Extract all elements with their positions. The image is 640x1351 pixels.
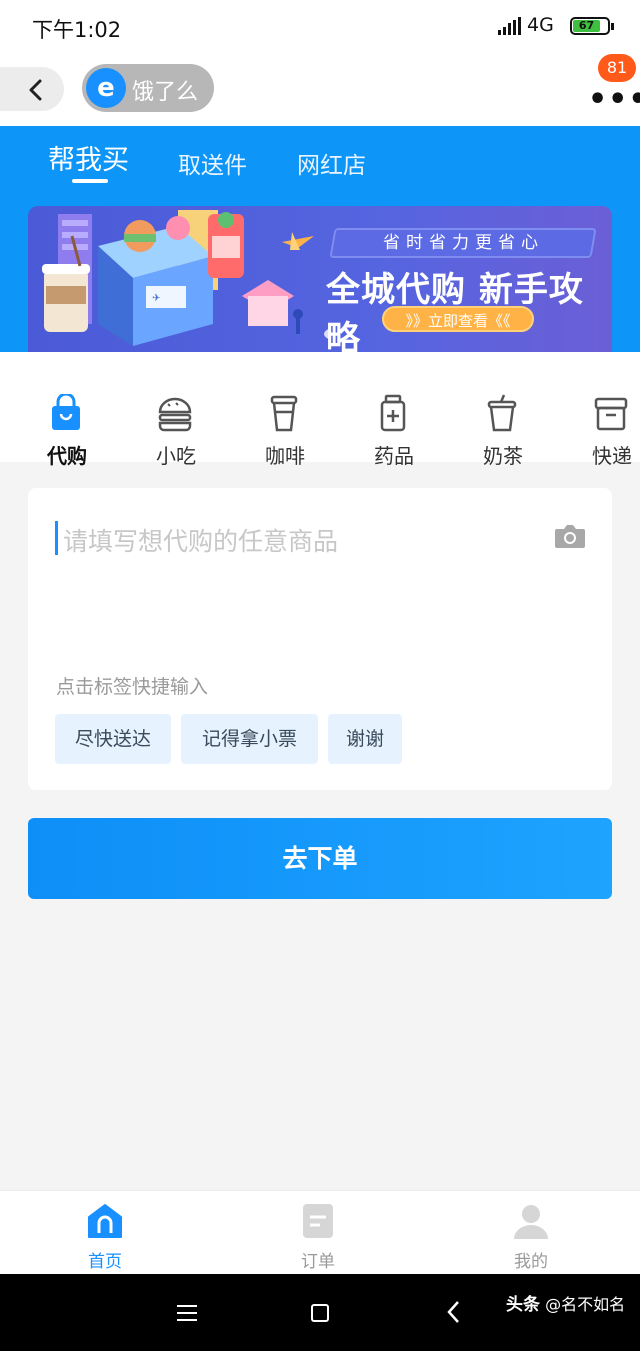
category-daigou[interactable]: 代购 — [12, 352, 122, 468]
header-area: 帮我买 取送件 网红店 ✈ 省时省力更省心 全城代购 新手攻略 》》立即查看《《 — [0, 126, 640, 354]
category-label: 奶茶 — [483, 444, 523, 468]
bottom-tab-label: 首页 — [88, 1252, 122, 1272]
banner-illustration: ✈ — [42, 210, 328, 346]
order-input-card: 请填写想代购的任意商品 点击标签快捷输入 尽快送达 记得拿小票 谢谢 — [28, 488, 612, 790]
menu-icon[interactable] — [177, 1304, 197, 1322]
category-row: 代购 小吃 咖啡 药品 奶茶 快递 — [0, 352, 640, 468]
promo-banner[interactable]: ✈ 省时省力更省心 全城代购 新手攻略 》》立即查看《《 — [28, 206, 612, 354]
category-label: 代购 — [47, 444, 87, 468]
watermark-author: @名不如名 — [545, 1295, 626, 1314]
category-milk-tea[interactable]: 奶茶 — [448, 352, 558, 468]
watermark-source: 头条 — [506, 1295, 540, 1315]
coffee-cup-icon — [270, 395, 298, 432]
home-icon — [88, 1204, 122, 1238]
service-tabs: 帮我买 取送件 网红店 — [0, 126, 640, 192]
burger-icon — [158, 397, 192, 432]
tab-pickup-delivery[interactable]: 取送件 — [178, 146, 247, 180]
category-medicine[interactable]: 药品 — [339, 352, 449, 468]
tag-hint: 点击标签快捷输入 — [56, 676, 209, 698]
home-square-icon[interactable] — [311, 1304, 329, 1322]
quick-tag-keep-receipt[interactable]: 记得拿小票 — [181, 714, 318, 764]
brand-name: 饿了么 — [132, 80, 199, 105]
category-label: 快递 — [592, 444, 632, 468]
bottom-tab-label: 订单 — [301, 1252, 335, 1272]
bottom-tab-orders[interactable]: 订单 — [258, 1191, 378, 1275]
shopping-bag-icon — [52, 394, 80, 430]
banner-subtitle: 省时省力更省心 — [329, 228, 597, 258]
milk-tea-icon — [487, 394, 517, 432]
notification-badge: 81 — [598, 54, 636, 82]
bottom-tab-home[interactable]: 首页 — [45, 1191, 165, 1275]
tab-active-indicator — [72, 179, 108, 183]
category-label: 咖啡 — [265, 444, 305, 468]
status-time: 下午1:02 — [32, 18, 122, 42]
svg-text:✈: ✈ — [152, 293, 160, 304]
category-snacks[interactable]: 小吃 — [121, 352, 231, 468]
category-label: 小吃 — [156, 444, 196, 468]
bottom-tab-profile[interactable]: 我的 — [471, 1191, 591, 1275]
banner-cta-button[interactable]: 》》立即查看《《 — [382, 306, 534, 332]
network-type: 4G — [527, 14, 554, 36]
category-label: 药品 — [374, 444, 414, 468]
eleme-logo-icon: e — [86, 68, 126, 108]
battery-icon: 67 — [570, 17, 614, 35]
app-brand[interactable]: e 饿了么 — [82, 64, 214, 112]
system-nav-bar: 头条 @名不如名 — [0, 1274, 640, 1351]
back-button[interactable] — [0, 67, 64, 111]
back-arrow-icon[interactable] — [446, 1300, 460, 1324]
status-bar: 下午1:02 4G 67 — [0, 0, 640, 56]
bottom-tab-label: 我的 — [514, 1252, 548, 1272]
item-input[interactable]: 请填写想代购的任意商品 — [63, 522, 338, 558]
watermark: 头条 @名不如名 — [506, 1290, 625, 1315]
quick-tag-thanks[interactable]: 谢谢 — [328, 714, 402, 764]
bottom-tab-bar: 首页 订单 我的 — [0, 1190, 640, 1274]
medicine-bottle-icon — [380, 394, 406, 432]
camera-icon[interactable] — [554, 522, 586, 550]
chevron-left-icon — [29, 79, 42, 101]
profile-icon — [514, 1205, 548, 1239]
place-order-button[interactable]: 去下单 — [28, 818, 612, 899]
quick-tag-fast-delivery[interactable]: 尽快送达 — [55, 714, 171, 764]
mini-program-nav: e 饿了么 ••• 81 — [0, 54, 640, 126]
text-caret — [55, 521, 58, 555]
category-coffee[interactable]: 咖啡 — [230, 352, 340, 468]
tab-popular-stores[interactable]: 网红店 — [297, 146, 366, 180]
signal-icon — [498, 17, 521, 35]
battery-level: 67 — [573, 20, 600, 32]
tab-help-buy[interactable]: 帮我买 — [48, 138, 129, 177]
order-icon — [303, 1204, 333, 1238]
parcel-box-icon — [594, 397, 628, 431]
more-dots-icon[interactable]: ••• — [588, 82, 640, 117]
category-express[interactable]: 快递 — [557, 352, 640, 468]
